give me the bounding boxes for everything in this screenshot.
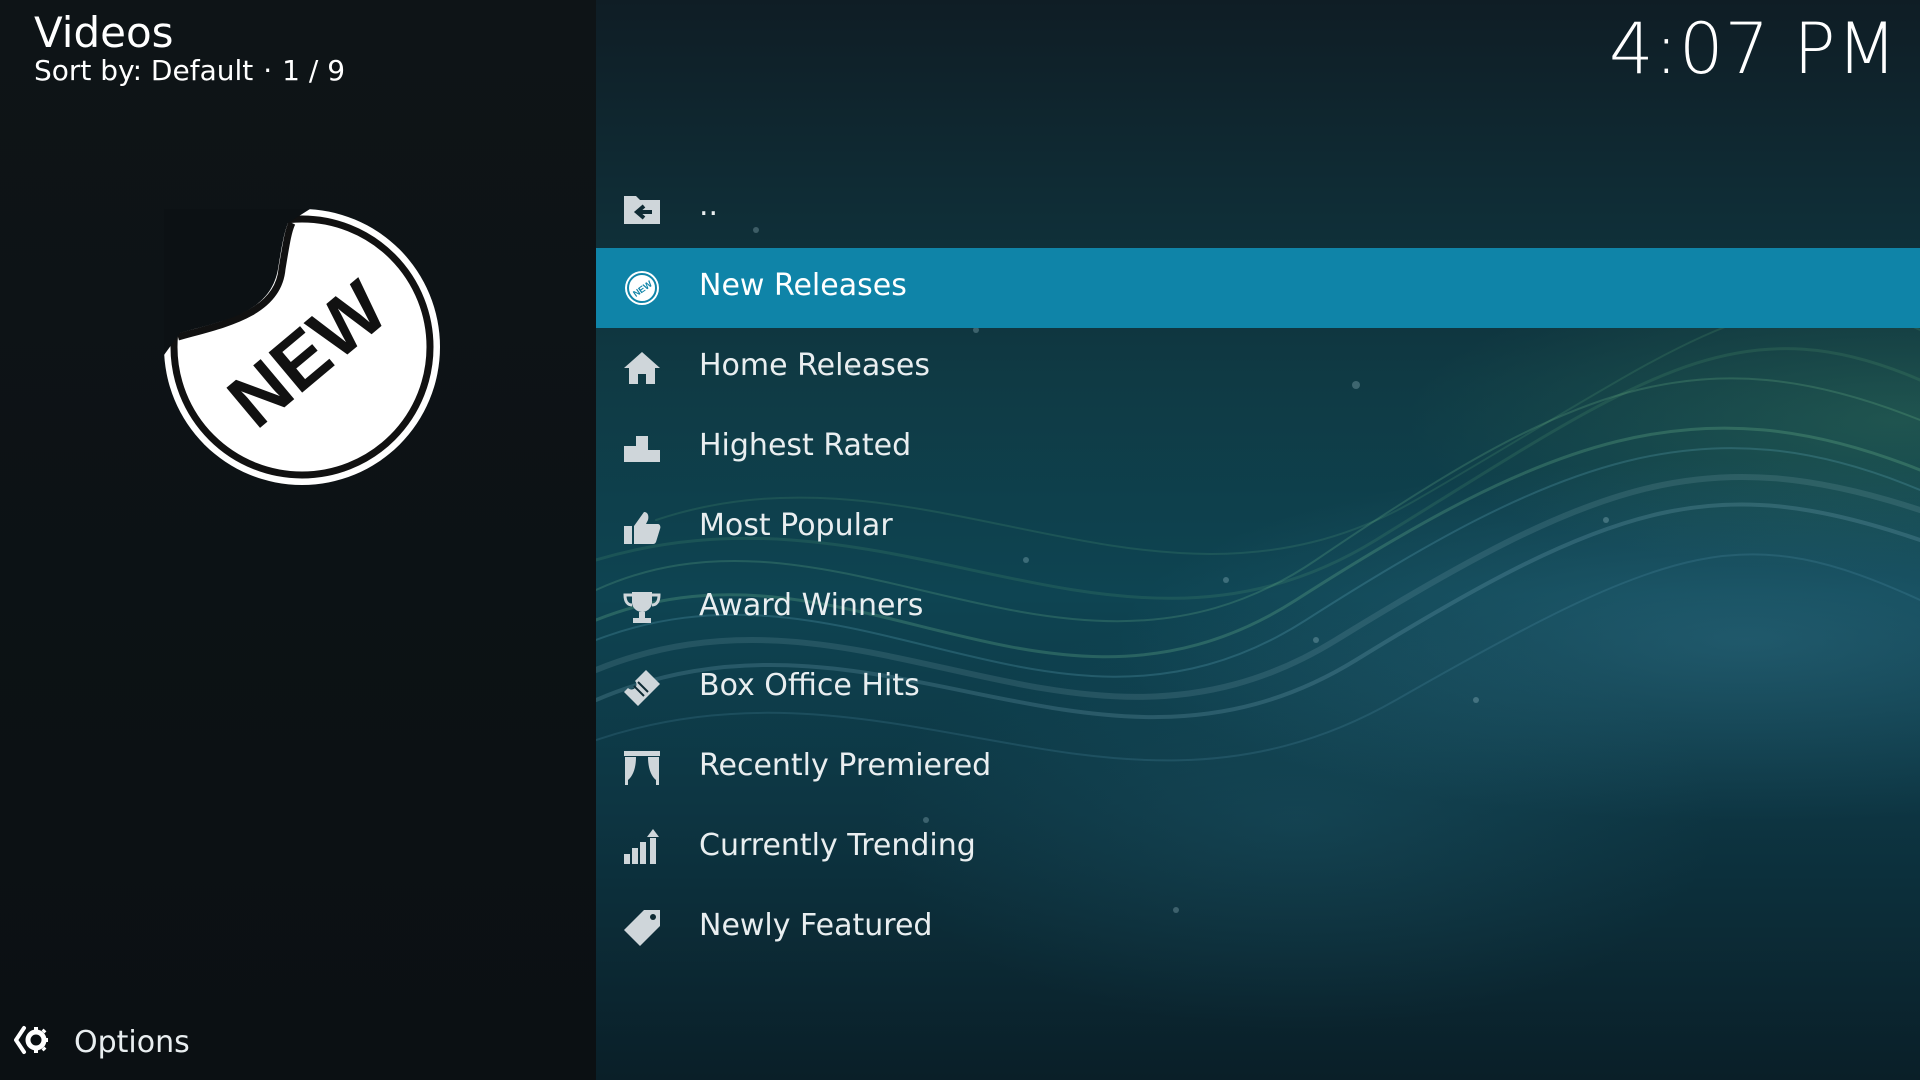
- item-position: 1 / 9: [282, 54, 346, 87]
- ticket-icon: [622, 668, 662, 708]
- clock: 4:07 PM: [1608, 8, 1898, 90]
- list-item-award-winners[interactable]: Award Winners: [596, 568, 1920, 648]
- list-item-currently-trending[interactable]: Currently Trending: [596, 808, 1920, 888]
- list-item-newly-featured[interactable]: Newly Featured: [596, 888, 1920, 968]
- options-button[interactable]: Options: [14, 1022, 190, 1062]
- list-item-label: Highest Rated: [699, 428, 912, 463]
- list-item-label: Home Releases: [699, 348, 930, 383]
- list-item-new-releases[interactable]: NEW New Releases: [596, 248, 1920, 328]
- list-item-label: Recently Premiered: [699, 748, 992, 783]
- trending-bars-icon: [622, 828, 662, 868]
- list-item-parent[interactable]: ..: [596, 168, 1920, 248]
- left-panel: [0, 0, 596, 1080]
- podium-icon: [622, 428, 662, 468]
- tag-icon: [622, 908, 662, 948]
- list-item-label: Currently Trending: [699, 828, 976, 863]
- sort-label: Sort by: Default: [34, 54, 254, 87]
- list-item-label: New Releases: [699, 268, 907, 303]
- list-item-home-releases[interactable]: Home Releases: [596, 328, 1920, 408]
- separator: ·: [263, 54, 273, 87]
- new-sticker-icon: NEW: [160, 205, 444, 489]
- menu-list: .. NEW New Releases Home Releases Highes…: [596, 168, 1920, 968]
- folder-back-icon: [622, 188, 662, 228]
- new-badge-icon: NEW: [622, 268, 662, 308]
- home-icon: [622, 348, 662, 388]
- list-item-most-popular[interactable]: Most Popular: [596, 488, 1920, 568]
- options-gear-icon: [14, 1023, 48, 1061]
- list-item-label: Award Winners: [699, 588, 924, 623]
- list-item-label: Most Popular: [699, 508, 893, 543]
- list-item-highest-rated[interactable]: Highest Rated: [596, 408, 1920, 488]
- options-label: Options: [74, 1024, 190, 1060]
- list-item-recently-premiered[interactable]: Recently Premiered: [596, 728, 1920, 808]
- list-item-box-office-hits[interactable]: Box Office Hits: [596, 648, 1920, 728]
- trophy-icon: [622, 588, 662, 628]
- list-item-label: Newly Featured: [699, 908, 933, 943]
- theater-curtain-icon: [622, 748, 662, 788]
- list-item-label: Box Office Hits: [699, 668, 920, 703]
- sort-info: Sort by: Default · 1 / 9: [34, 54, 345, 87]
- thumbs-up-icon: [622, 508, 662, 548]
- page-title: Videos: [34, 8, 174, 57]
- list-item-label: ..: [699, 188, 719, 223]
